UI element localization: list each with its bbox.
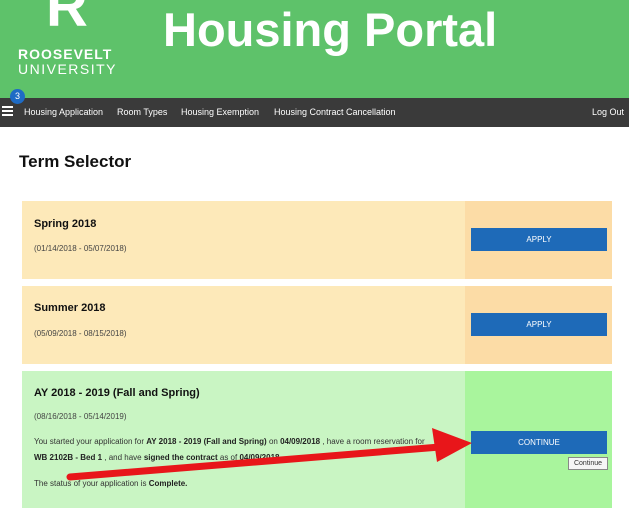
page: R ROOSEVELT UNIVERSITY Housing Portal 3 … bbox=[0, 0, 629, 508]
term-name: Summer 2018 bbox=[34, 302, 106, 314]
logout-link[interactable]: Log Out bbox=[592, 98, 624, 127]
continue-button-ay-2018-2019[interactable]: CONTINUE bbox=[471, 431, 607, 454]
term-dates: (05/09/2018 - 08/15/2018) bbox=[34, 329, 127, 338]
term-dates: (01/14/2018 - 05/07/2018) bbox=[34, 244, 127, 253]
university-logo[interactable]: R ROOSEVELT UNIVERSITY bbox=[18, 0, 128, 98]
message-text: You started your application for bbox=[34, 437, 147, 446]
term-dates: (08/16/2018 - 05/14/2019) bbox=[34, 412, 127, 421]
nav-item-contract-cancellation[interactable]: Housing Contract Cancellation bbox=[274, 98, 396, 127]
message-text: , have a room reservation for bbox=[320, 437, 425, 446]
term-card-ay-2018-2019: AY 2018 - 2019 (Fall and Spring) (08/16/… bbox=[22, 371, 612, 508]
logo-line-1: ROOSEVELT bbox=[18, 46, 113, 62]
term-card-spring-2018: Spring 2018 (01/14/2018 - 05/07/2018) AP… bbox=[22, 201, 612, 279]
message-text: as of bbox=[217, 453, 240, 462]
nav-item-room-types[interactable]: Room Types bbox=[117, 98, 167, 127]
apply-button-summer-2018[interactable]: APPLY bbox=[471, 313, 607, 336]
message-start-date: 04/09/2018 bbox=[280, 437, 321, 446]
term-name: Spring 2018 bbox=[34, 218, 97, 230]
term-name: AY 2018 - 2019 (Fall and Spring) bbox=[34, 387, 200, 399]
notification-badge[interactable]: 3 bbox=[10, 89, 25, 104]
logo-line-2: UNIVERSITY bbox=[18, 61, 118, 77]
message-contract-date: 04/09/2018 bbox=[239, 453, 280, 462]
nav-item-housing-exemption[interactable]: Housing Exemption bbox=[181, 98, 259, 127]
continue-tooltip: Continue bbox=[568, 457, 608, 470]
logo-letter: R bbox=[46, 0, 88, 39]
status-value: Complete. bbox=[148, 479, 188, 488]
site-header: R ROOSEVELT UNIVERSITY Housing Portal bbox=[0, 0, 629, 98]
message-text: on bbox=[266, 437, 281, 446]
application-status-line: The status of your application is Comple… bbox=[34, 479, 187, 488]
application-message-line-2: WB 2102B - Bed 1 , and have signed the c… bbox=[34, 453, 279, 462]
message-term: AY 2018 - 2019 (Fall and Spring) bbox=[146, 437, 267, 446]
term-card-summer-2018: Summer 2018 (05/09/2018 - 08/15/2018) AP… bbox=[22, 286, 612, 364]
application-message-line-1: You started your application for AY 2018… bbox=[34, 437, 425, 446]
nav-item-housing-application[interactable]: Housing Application bbox=[24, 98, 103, 127]
message-room: WB 2102B - Bed 1 bbox=[34, 453, 103, 462]
hamburger-menu-icon[interactable] bbox=[2, 106, 13, 117]
site-title: Housing Portal bbox=[163, 3, 498, 56]
term-card-info bbox=[22, 201, 465, 279]
term-card-info bbox=[22, 286, 465, 364]
page-title: Term Selector bbox=[19, 152, 132, 171]
status-prefix: The status of your application is bbox=[34, 479, 149, 488]
message-contract: signed the contract bbox=[143, 453, 218, 462]
apply-button-spring-2018[interactable]: APPLY bbox=[471, 228, 607, 251]
message-text: , and have bbox=[102, 453, 144, 462]
